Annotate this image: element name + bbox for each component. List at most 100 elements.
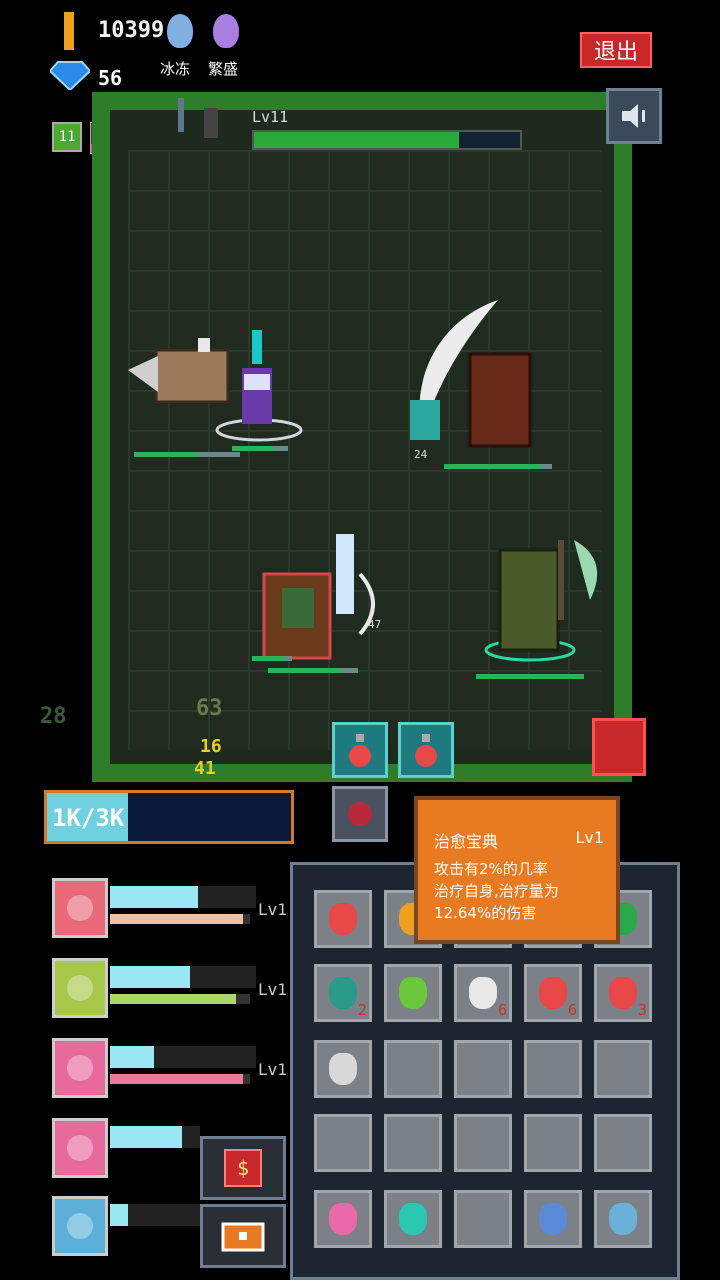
wave-progress-bar xyxy=(252,130,522,150)
dollar-icon: $ xyxy=(224,1149,262,1187)
hero-hp-fill xyxy=(110,914,243,924)
buff-label-freeze: 冰冻 xyxy=(160,60,191,78)
wave-monster-icons xyxy=(164,94,220,150)
quick-potion-slot-2[interactable] xyxy=(398,722,454,778)
bow-icon xyxy=(67,975,93,1001)
hero-charge-fill xyxy=(110,1126,182,1148)
inventory-slot[interactable] xyxy=(524,1040,582,1098)
sword-icon xyxy=(609,1203,637,1235)
hero-charge-fill xyxy=(110,1204,128,1226)
gold-icon xyxy=(64,12,74,50)
item-count: 2 xyxy=(357,1001,367,1019)
hero-hp-fill xyxy=(110,994,236,1004)
tooltip-line: 攻击有2%的几率 xyxy=(434,860,548,878)
inventory-slot[interactable]: 2 xyxy=(314,964,372,1022)
teal-book-icon xyxy=(399,1203,427,1235)
goblin-hp-bar-1 xyxy=(252,656,292,661)
brute-hp-fill xyxy=(444,464,542,469)
inventory-slot[interactable]: 3 xyxy=(594,964,652,1022)
inventory-slot[interactable] xyxy=(384,1114,442,1172)
wand-icon xyxy=(67,1055,93,1081)
goblin-hp-bar-2 xyxy=(268,668,358,673)
red-potion-icon xyxy=(415,734,437,767)
wave-progress-fill xyxy=(254,132,459,148)
item-tooltip: 治愈宝典 Lv1 攻击有2%的几率 治疗自身,治疗量为 12.64%的伤害 xyxy=(414,796,620,944)
damage-number: 24 xyxy=(414,448,428,461)
red-gem-icon xyxy=(67,895,93,921)
hero-charge-bar xyxy=(110,1046,256,1068)
chest-icon xyxy=(221,1222,265,1252)
chest-button[interactable] xyxy=(200,1204,286,1268)
tooltip-line: 12.64%的伤害 xyxy=(434,904,537,922)
hero-portrait-spear[interactable] xyxy=(52,1118,108,1178)
goblin-hp-fill-1 xyxy=(252,656,284,661)
hero-portrait-wand[interactable] xyxy=(52,1038,108,1098)
inventory-slot[interactable] xyxy=(454,1040,512,1098)
inventory-slot[interactable] xyxy=(594,1040,652,1098)
inventory-slot[interactable] xyxy=(454,1114,512,1172)
speaker-button[interactable] xyxy=(606,88,662,144)
inventory-slot[interactable] xyxy=(314,1114,372,1172)
inventory-slot[interactable] xyxy=(314,1190,372,1248)
inventory-slot[interactable] xyxy=(594,1114,652,1172)
tooltip-line: 治疗自身,治疗量为 xyxy=(434,882,559,900)
green-jar-icon xyxy=(399,977,427,1009)
buff-label-prosper: 繁盛 xyxy=(208,60,239,78)
orc-hp-fill xyxy=(476,674,584,679)
hero-charge-bar xyxy=(110,886,256,908)
orc-hp-bar xyxy=(476,674,584,679)
hero-portrait-crossbow[interactable] xyxy=(52,1196,108,1256)
hammer-icon xyxy=(539,1203,567,1235)
exit-button[interactable]: 退出 xyxy=(580,32,652,68)
item-count: 6 xyxy=(497,1001,507,1019)
floating-number: 63 xyxy=(196,696,223,721)
red-potion-icon xyxy=(329,903,357,935)
hero-hp-bar xyxy=(110,914,250,924)
goblin-shield-hero[interactable] xyxy=(256,534,406,664)
inventory-slot[interactable] xyxy=(454,1190,512,1248)
item-count: 3 xyxy=(637,1001,647,1019)
inventory-slot[interactable] xyxy=(384,964,442,1022)
hero-hp-bar xyxy=(110,994,250,1004)
red-potion-icon xyxy=(609,977,637,1009)
hero-charge-fill xyxy=(110,886,198,908)
inventory-slot[interactable]: 6 xyxy=(524,964,582,1022)
bow-icon xyxy=(329,1053,357,1085)
inventory-slot[interactable] xyxy=(314,890,372,948)
hero-portrait-bow[interactable] xyxy=(52,958,108,1018)
inventory-slot[interactable] xyxy=(594,1190,652,1248)
sword-icon xyxy=(178,98,218,138)
gold-count: 10399 xyxy=(98,18,165,43)
inventory-slot[interactable] xyxy=(384,1040,442,1098)
inventory-slot[interactable] xyxy=(384,1190,442,1248)
floating-number: 16 xyxy=(200,736,222,757)
quick-potion-slot-1[interactable] xyxy=(332,722,388,778)
hero-hp-bar xyxy=(110,1074,250,1084)
prosper-egg-icon xyxy=(213,14,239,48)
hero-portrait-red-gem[interactable] xyxy=(52,878,108,938)
tooltip-title: 治愈宝典 xyxy=(434,832,499,851)
inventory-slot[interactable] xyxy=(524,1114,582,1172)
pink-book-icon xyxy=(329,1203,357,1235)
inventory-slot[interactable] xyxy=(524,1190,582,1248)
shop-button[interactable]: $ xyxy=(200,1136,286,1200)
diamond-icon xyxy=(50,61,90,90)
hero-charge-bar xyxy=(110,1204,200,1226)
treasure-button[interactable] xyxy=(592,718,646,776)
wave-level: Lv11 xyxy=(252,108,289,126)
white-potion-icon xyxy=(469,977,497,1009)
brown-brute-enemy[interactable] xyxy=(400,296,550,456)
hero-charge-bar xyxy=(110,966,256,988)
crossbow-icon xyxy=(67,1213,93,1239)
orc-axe-enemy[interactable] xyxy=(484,530,614,670)
tooltip-level: Lv1 xyxy=(575,828,604,847)
freeze-egg-icon xyxy=(167,14,193,48)
skill-slot[interactable] xyxy=(332,786,388,842)
inventory-slot[interactable]: 6 xyxy=(454,964,512,1022)
damage-number: 47 xyxy=(368,618,382,631)
inventory-slot[interactable] xyxy=(314,1040,372,1098)
hero-hp-fill xyxy=(110,1074,243,1084)
hero-charge-fill xyxy=(110,966,191,988)
wizard-hero[interactable] xyxy=(214,320,304,442)
hero-level: Lv1 xyxy=(258,980,287,999)
